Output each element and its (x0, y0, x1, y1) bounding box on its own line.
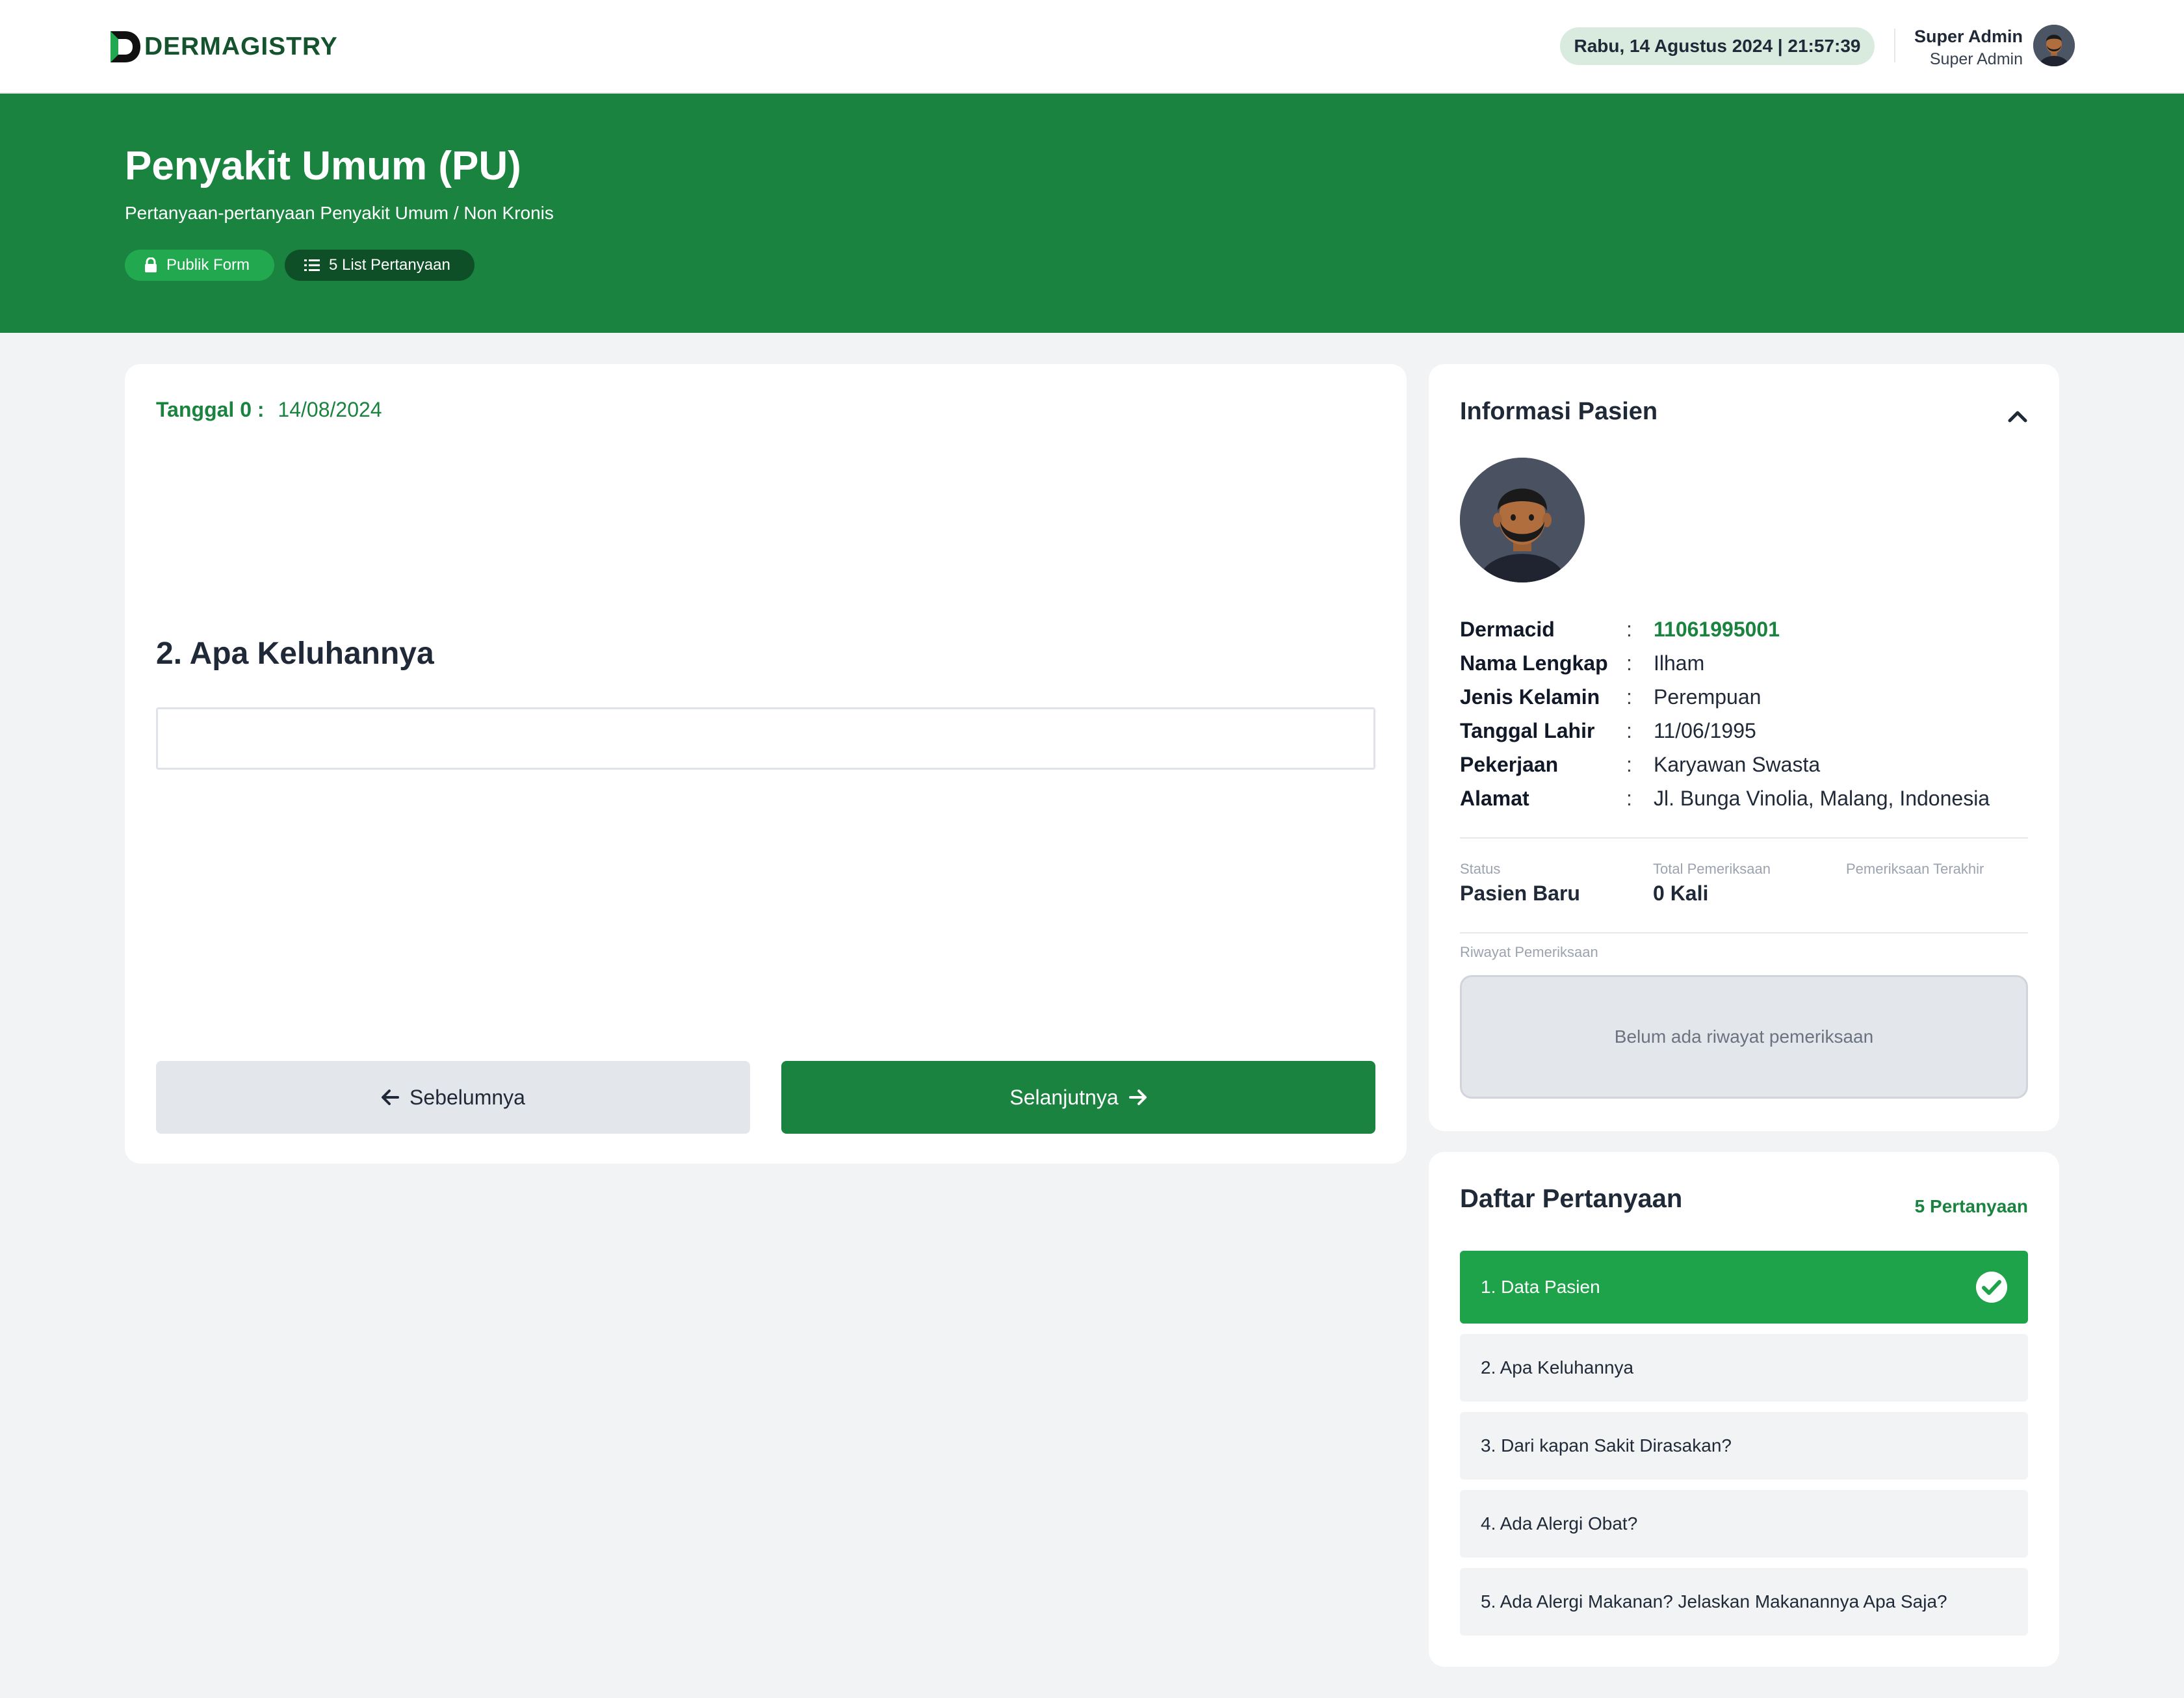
list-icon (304, 259, 320, 271)
question-item-1[interactable]: 1. Data Pasien (1460, 1251, 2028, 1324)
datetime-pill: Rabu, 14 Agustus 2024 | 21:57:39 (1560, 27, 1875, 65)
field-value: Ilham (1654, 651, 1705, 675)
question-item-label: 5. Ada Alergi Makanan? Jelaskan Makanann… (1481, 1591, 1947, 1612)
next-button-label: Selanjutnya (1009, 1085, 1119, 1109)
field-value: 11061995001 (1654, 617, 1780, 641)
field-key: Dermacid (1460, 617, 1555, 641)
previous-button-label: Sebelumnya (410, 1085, 525, 1109)
field-separator: : (1626, 718, 1632, 742)
stat-value: Pasien Baru (1460, 882, 1580, 905)
brand-logo[interactable]: DERMAGISTRY (109, 29, 338, 65)
field-value: 11/06/1995 (1654, 718, 1756, 742)
public-form-badge: Publik Form (125, 250, 274, 281)
lock-icon (145, 257, 157, 272)
user-role: Super Admin (1929, 50, 2023, 68)
question-list-count: 5 Pertanyaan (1914, 1196, 2028, 1216)
question-item-5[interactable]: 5. Ada Alergi Makanan? Jelaskan Makanann… (1460, 1568, 2028, 1636)
stat-status: Status Pasien Baru (1460, 859, 1580, 908)
history-label: Riwayat Pemeriksaan (1460, 944, 1598, 960)
field-separator: : (1626, 651, 1632, 675)
chevron-up-icon[interactable] (2005, 403, 2031, 429)
patient-details: Dermacid : 11061995001 Nama Lengkap : Il… (1460, 612, 2032, 815)
question-form-card: Tanggal 0 : 14/08/2024 2. Apa Keluhannya… (125, 364, 1407, 1164)
header-divider (1894, 29, 1895, 62)
previous-button[interactable]: Sebelumnya (156, 1061, 750, 1134)
brand-name: DERMAGISTRY (144, 33, 338, 60)
question-item-4[interactable]: 4. Ada Alergi Obat? (1460, 1490, 2028, 1558)
field-key: Alamat (1460, 786, 1529, 810)
patient-row-job: Pekerjaan : Karyawan Swasta (1460, 748, 2032, 781)
patient-avatar (1460, 458, 1585, 582)
question-count-label: 5 List Pertanyaan (329, 256, 450, 274)
field-key: Pekerjaan (1460, 752, 1559, 776)
patient-avatar-image (1460, 458, 1585, 582)
history-empty-state: Belum ada riwayat pemeriksaan (1460, 975, 2028, 1099)
user-avatar[interactable] (2033, 25, 2075, 66)
hero-banner: Penyakit Umum (PU) Pertanyaan-pertanyaan… (0, 94, 2184, 333)
page-title: Penyakit Umum (PU) (125, 144, 521, 189)
patient-info-card: Informasi Pasien Dermacid : 11061995001 … (1429, 364, 2059, 1131)
next-button[interactable]: Selanjutnya (781, 1061, 1375, 1134)
form-date: Tanggal 0 : 14/08/2024 (156, 398, 382, 422)
stat-label: Pemeriksaan Terakhir (1846, 861, 1984, 877)
stat-value: 0 Kali (1653, 882, 1709, 905)
question-item-label: 4. Ada Alergi Obat? (1481, 1513, 1638, 1534)
public-form-label: Publik Form (166, 256, 250, 274)
form-date-value: 14/08/2024 (278, 398, 382, 421)
field-value: Jl. Bunga Vinolia, Malang, Indonesia (1654, 786, 1990, 810)
patient-row-birthdate: Tanggal Lahir : 11/06/1995 (1460, 714, 2032, 748)
question-item-3[interactable]: 3. Dari kapan Sakit Dirasakan? (1460, 1412, 2028, 1480)
answer-input[interactable] (156, 707, 1375, 770)
field-key: Nama Lengkap (1460, 651, 1608, 675)
patient-row-gender: Jenis Kelamin : Perempuan (1460, 680, 2032, 714)
question-item-label: 3. Dari kapan Sakit Dirasakan? (1481, 1435, 1732, 1456)
patient-row-nama: Nama Lengkap : Ilham (1460, 646, 2032, 680)
field-separator: : (1626, 752, 1632, 776)
user-name: Super Admin (1914, 27, 2023, 46)
page-subtitle: Pertanyaan-pertanyaan Penyakit Umum / No… (125, 203, 554, 223)
stat-last-exam: Pemeriksaan Terakhir (1846, 859, 1984, 879)
question-list-title: Daftar Pertanyaan (1460, 1184, 1683, 1213)
stat-total-exams: Total Pemeriksaan 0 Kali (1653, 859, 1771, 908)
form-date-label: Tanggal 0 : (156, 398, 265, 421)
question-count-badge: 5 List Pertanyaan (285, 250, 474, 281)
stat-label: Total Pemeriksaan (1653, 861, 1771, 877)
user-info[interactable]: Super Admin Super Admin (1914, 25, 2023, 70)
patient-row-address: Alamat : Jl. Bunga Vinolia, Malang, Indo… (1460, 781, 2032, 815)
divider (1460, 932, 2028, 934)
field-value: Karyawan Swasta (1654, 752, 1821, 776)
avatar-person-icon (2033, 25, 2075, 66)
field-key: Jenis Kelamin (1460, 685, 1600, 709)
question-item-label: 2. Apa Keluhannya (1481, 1357, 1634, 1378)
field-separator: : (1626, 617, 1632, 641)
field-separator: : (1626, 685, 1632, 709)
arrow-right-icon (1128, 1090, 1147, 1105)
stat-label: Status (1460, 861, 1501, 877)
question-list-card: Daftar Pertanyaan 5 Pertanyaan 1. Data P… (1429, 1152, 2059, 1667)
check-circle-icon (1976, 1272, 2007, 1303)
field-key: Tanggal Lahir (1460, 718, 1595, 742)
patient-row-dermacid: Dermacid : 11061995001 (1460, 612, 2032, 646)
question-item-label: 1. Data Pasien (1481, 1277, 1600, 1297)
field-separator: : (1626, 786, 1632, 810)
logo-mark-icon (110, 31, 140, 62)
patient-info-title: Informasi Pasien (1460, 398, 1658, 425)
top-bar: DERMAGISTRY Rabu, 14 Agustus 2024 | 21:5… (0, 0, 2184, 94)
arrow-left-icon (382, 1090, 400, 1105)
question-item-2[interactable]: 2. Apa Keluhannya (1460, 1334, 2028, 1402)
divider (1460, 837, 2028, 839)
field-value: Perempuan (1654, 685, 1762, 709)
question-title: 2. Apa Keluhannya (156, 636, 434, 671)
